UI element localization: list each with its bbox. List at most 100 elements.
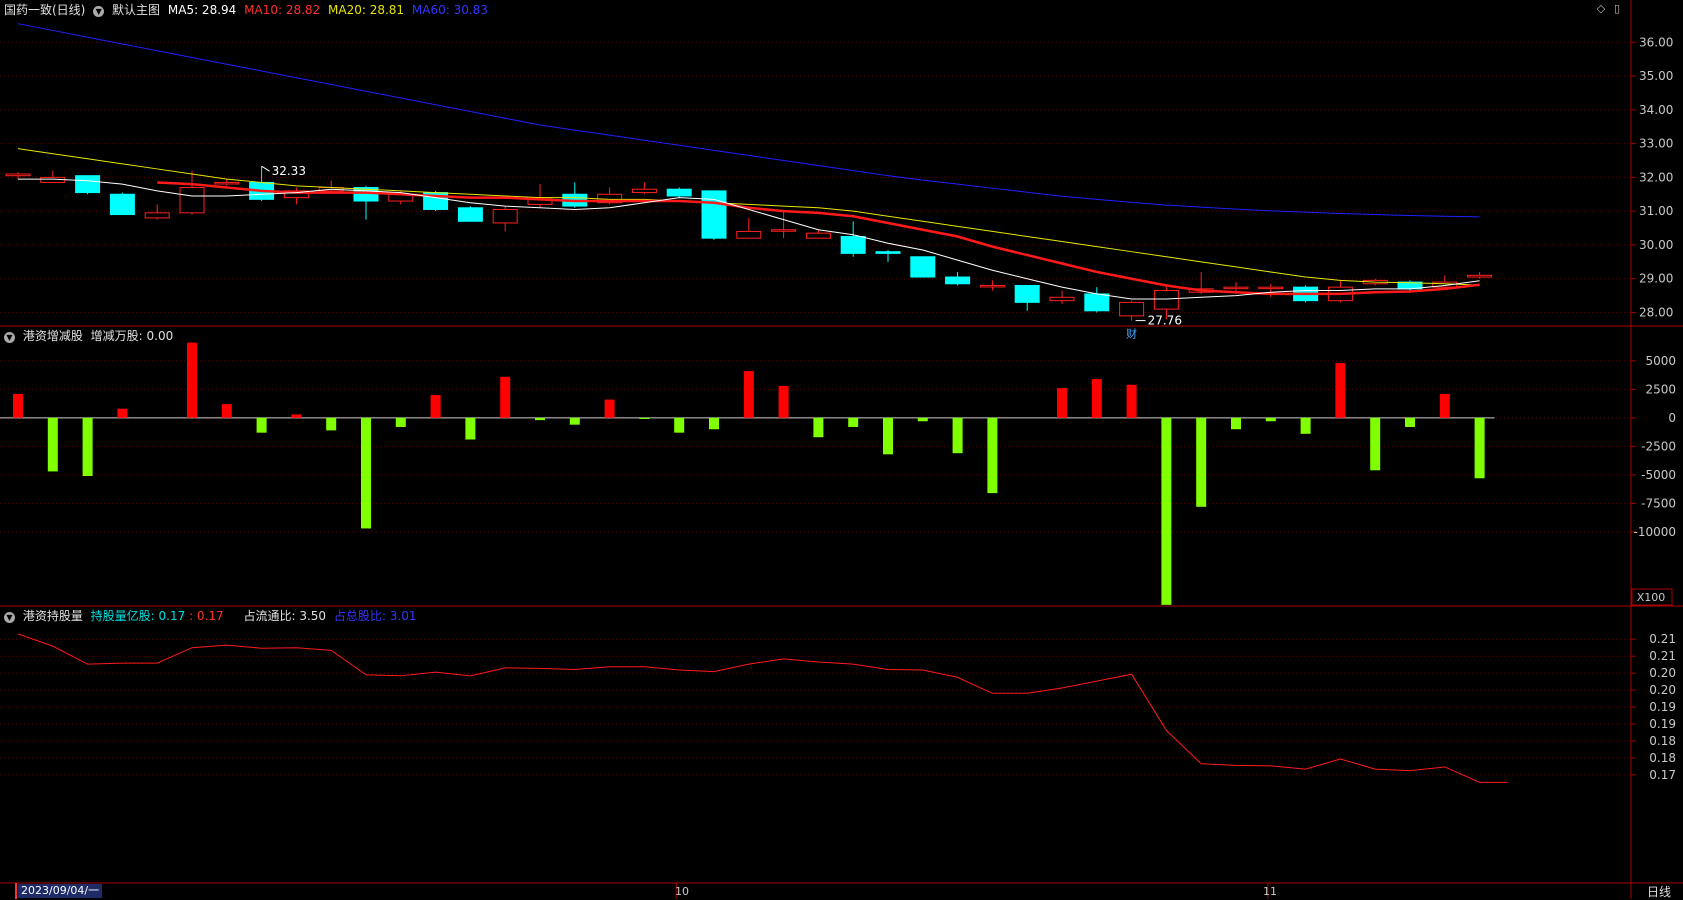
xaxis-oct-label: 10	[675, 885, 689, 898]
hold-ytick-label: 0.21	[1649, 649, 1676, 663]
vol-bar-positive	[13, 393, 23, 418]
candle-down	[109, 193, 135, 216]
hold-ytick-label: 0.21	[1649, 632, 1676, 646]
main-ytick-label: 29.00	[1639, 272, 1673, 286]
candle-up	[1049, 296, 1075, 302]
main-ytick-label: 32.00	[1639, 170, 1673, 184]
vol-bar-negative	[987, 417, 998, 494]
vol-bar-positive	[1335, 363, 1346, 418]
vol-ytick-label: -10000	[1633, 525, 1676, 539]
vol-ytick-label: 5000	[1645, 354, 1676, 368]
stock-chart-canvas[interactable]: 36.00 35.00 34.00 33.00 32.00 31.00 30.00 29.00…	[0, 0, 1683, 899]
candle-down	[457, 207, 483, 222]
vol-bar-negative	[1474, 417, 1485, 479]
candle-up	[1467, 274, 1493, 278]
vol-ytick-label: -5000	[1641, 468, 1676, 482]
candle-up	[144, 212, 170, 219]
candle-up	[492, 208, 518, 224]
event-mark-label: 财	[1126, 327, 1137, 341]
vol-bar-negative	[1265, 417, 1276, 422]
candle-up	[1119, 301, 1145, 317]
candle-down	[666, 188, 692, 197]
candle-down	[910, 256, 936, 278]
vol-bar-negative	[813, 417, 824, 438]
xaxis-nov-label: 11	[1263, 885, 1277, 898]
main-ytick-label: 36.00	[1639, 35, 1673, 49]
vol-bar-negative	[535, 417, 545, 421]
vol-bar-negative	[952, 417, 963, 454]
candle-up	[805, 232, 831, 239]
main-ytick-label: 30.00	[1639, 238, 1673, 252]
high-marker-arrow	[261, 165, 270, 172]
vol-unit-label: X100	[1637, 591, 1666, 604]
candle-down	[840, 235, 866, 254]
candle-up	[1153, 290, 1179, 310]
candle-up	[1258, 286, 1284, 290]
vol-bar-negative	[1405, 417, 1415, 427]
ma5-line	[18, 178, 1480, 300]
main-ytick-label: 33.00	[1639, 137, 1673, 151]
vol-bar-negative	[465, 417, 476, 440]
vol-bar-negative	[709, 417, 719, 430]
vol-ytick-label: 2500	[1645, 382, 1676, 396]
candle-down	[1084, 293, 1110, 312]
vol-bar-negative	[848, 417, 859, 427]
vol-bar-positive	[743, 371, 754, 418]
candle-up	[736, 230, 762, 239]
main-ytick-label: 28.00	[1639, 305, 1673, 319]
hold-ytick-label: 0.20	[1649, 666, 1676, 680]
low-price-label: 27.76	[1148, 314, 1182, 328]
vol-bar-negative	[1196, 417, 1207, 507]
candle-up	[771, 229, 797, 232]
vol-bar-positive	[778, 385, 789, 418]
vol-bar-negative	[639, 417, 650, 419]
vol-bar-positive	[291, 414, 302, 418]
high-price-label: 32.33	[272, 164, 306, 178]
vol-bar-positive	[500, 376, 511, 418]
candle-up	[631, 188, 657, 194]
vol-ytick-label: -2500	[1641, 439, 1676, 453]
candle-up	[1223, 286, 1249, 290]
candle-up	[214, 181, 240, 185]
main-ytick-label: 31.00	[1639, 204, 1673, 218]
vol-bar-positive	[1057, 388, 1067, 418]
vol-bar-negative	[569, 417, 580, 425]
vol-ytick-label: 0	[1668, 411, 1676, 425]
vol-bar-negative	[82, 417, 93, 476]
candle-down	[875, 251, 901, 254]
candle-down	[75, 175, 101, 194]
vol-bar-positive	[221, 404, 232, 418]
date-cursor-label: 2023/09/04/一	[18, 884, 103, 898]
vol-bar-negative	[47, 417, 58, 472]
main-ytick-label: 35.00	[1639, 69, 1673, 83]
vol-bar-positive	[604, 399, 615, 418]
vol-bar-negative	[1161, 417, 1172, 605]
main-ytick-label: 34.00	[1639, 103, 1673, 117]
hold-ytick-label: 0.18	[1649, 751, 1676, 765]
vol-bar-negative	[256, 417, 267, 433]
vol-bar-negative	[395, 417, 406, 427]
hold-ytick-label: 0.18	[1649, 734, 1676, 748]
hold-ytick-label: 0.20	[1649, 683, 1676, 697]
vol-bar-negative	[917, 417, 928, 422]
vol-bar-negative	[326, 417, 337, 431]
vol-bar-positive	[1126, 384, 1137, 418]
vol-bar-positive	[187, 342, 197, 418]
vol-bar-negative	[1231, 417, 1241, 430]
candle-up	[979, 284, 1005, 288]
vol-bar-positive	[117, 408, 128, 418]
candle-down	[945, 276, 971, 285]
vol-bar-negative	[674, 417, 685, 433]
ma20-line	[17, 148, 1480, 286]
period-selector[interactable]: 日线	[1647, 883, 1671, 900]
vol-bar-positive	[430, 395, 441, 418]
vol-bar-negative	[883, 417, 893, 455]
hold-ytick-label: 0.19	[1649, 700, 1676, 714]
vol-bar-negative	[361, 417, 371, 529]
hold-ytick-label: 0.17	[1649, 768, 1676, 782]
vol-bar-positive	[1091, 379, 1102, 418]
candle-up	[179, 187, 205, 214]
candle-up	[5, 173, 31, 177]
candle-down	[1014, 284, 1040, 303]
vol-bar-positive	[1439, 393, 1450, 418]
